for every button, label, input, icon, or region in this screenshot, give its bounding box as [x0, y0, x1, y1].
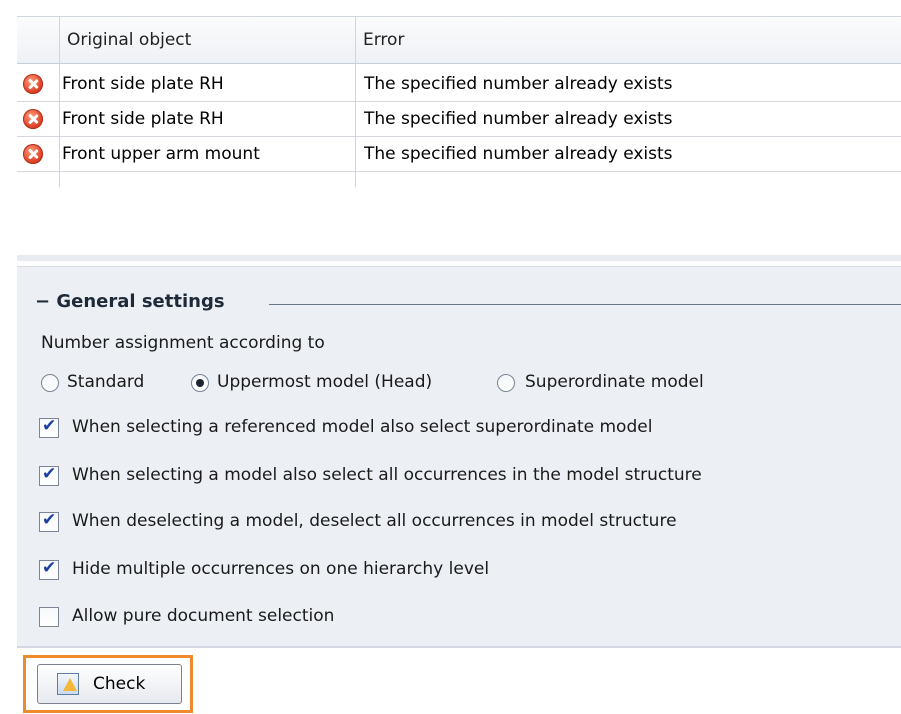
- error-icon: [23, 144, 43, 164]
- checkbox-deselect-all-occurrences[interactable]: ✔: [39, 510, 59, 532]
- checkbox-deselect-all-occurrences-label[interactable]: When deselecting a model, deselect all o…: [72, 511, 677, 531]
- checkbox-allow-document-selection-label[interactable]: Allow pure document selection: [72, 606, 334, 626]
- checkbox-hide-multiple-occurrences[interactable]: ✔: [39, 558, 59, 580]
- checkbox-select-superordinate-label[interactable]: When selecting a referenced model also s…: [72, 417, 652, 437]
- radio-uppermost-model[interactable]: [191, 374, 209, 392]
- column-header-original-object[interactable]: Original object: [67, 17, 191, 63]
- table-header: Original object Error: [17, 17, 901, 64]
- original-object-cell: Front side plate RH: [62, 74, 224, 94]
- checkbox-allow-document-selection[interactable]: [39, 607, 59, 627]
- error-cell: The specified number already exists: [364, 144, 673, 164]
- checkbox-select-all-occurrences[interactable]: ✔: [39, 464, 59, 486]
- panel-bottom-edge: [17, 646, 901, 648]
- checkbox-select-superordinate[interactable]: ✔: [39, 416, 59, 438]
- radio-standard[interactable]: [41, 374, 59, 392]
- checkmark-icon: ✔: [42, 558, 57, 578]
- checkmark-icon: ✔: [42, 464, 57, 484]
- original-object-cell: Front side plate RH: [62, 109, 224, 129]
- table-row[interactable]: Front side plate RH The specified number…: [17, 67, 901, 102]
- group-title: General settings: [56, 291, 225, 312]
- error-cell: The specified number already exists: [364, 74, 673, 94]
- general-settings-header[interactable]: − General settings: [35, 291, 225, 312]
- check-button[interactable]: Check: [37, 664, 182, 704]
- column-header-error[interactable]: Error: [363, 17, 404, 63]
- collapse-icon[interactable]: −: [35, 291, 50, 312]
- group-divider: [269, 304, 901, 305]
- check-warning-icon: [57, 673, 79, 695]
- error-icon: [23, 74, 43, 94]
- radio-superordinate-model[interactable]: [497, 374, 515, 392]
- error-cell: The specified number already exists: [364, 109, 673, 129]
- checkmark-icon: ✔: [42, 416, 57, 436]
- error-table: Original object Error Front side plate R…: [17, 16, 901, 261]
- table-row[interactable]: Front upper arm mount The specified numb…: [17, 137, 901, 172]
- radio-superordinate-model-label[interactable]: Superordinate model: [525, 372, 704, 392]
- table-row[interactable]: Front side plate RH The specified number…: [17, 102, 901, 137]
- check-button-label: Check: [93, 674, 146, 694]
- general-settings-panel: − General settings Number assignment acc…: [17, 266, 901, 647]
- error-icon: [23, 109, 43, 129]
- checkbox-select-all-occurrences-label[interactable]: When selecting a model also select all o…: [72, 465, 702, 485]
- radio-standard-label[interactable]: Standard: [67, 372, 144, 392]
- checkmark-icon: ✔: [42, 510, 57, 530]
- checkbox-hide-multiple-occurrences-label[interactable]: Hide multiple occurrences on one hierarc…: [72, 559, 489, 579]
- original-object-cell: Front upper arm mount: [62, 144, 260, 164]
- radio-uppermost-model-label[interactable]: Uppermost model (Head): [217, 372, 432, 392]
- number-assignment-label: Number assignment according to: [41, 333, 325, 353]
- table-bottom-edge: [17, 255, 901, 261]
